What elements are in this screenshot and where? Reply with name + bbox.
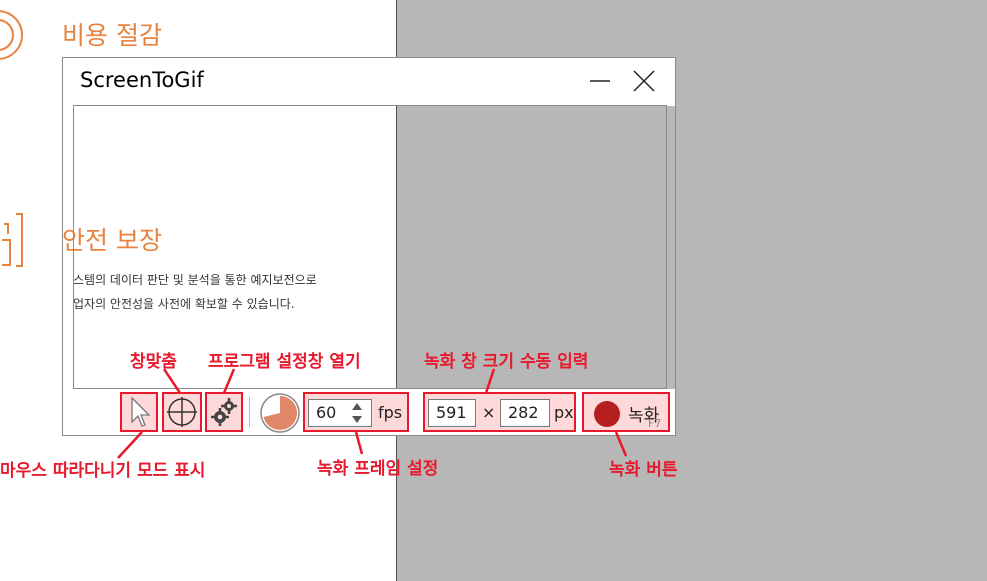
annotation-size-input: 녹화 창 크기 수동 입력 (424, 352, 589, 372)
worker-icon (2, 213, 23, 267)
heading-cost-saving: 비용 절감 (62, 21, 162, 50)
size-input-group: 591 × 282 px (423, 392, 576, 432)
annotation-follow-mouse: 마우스 따라다니기 모드 표시 (0, 461, 206, 481)
record-shortcut: F7 (648, 417, 662, 430)
annotation-arrow-settings (222, 368, 236, 394)
timer-pie-icon[interactable] (259, 392, 301, 434)
gears-icon (211, 398, 237, 426)
crosshair-icon (167, 397, 197, 427)
window-title: ScreenToGif (80, 68, 204, 92)
annotation-arrow-size (484, 368, 496, 394)
recorder-toolbar: 60 fps 591 × 282 px 녹화 F7 (63, 389, 675, 435)
coin-icon (0, 10, 23, 60)
follow-mouse-button[interactable] (120, 392, 158, 432)
framerate-group: 60 fps (303, 392, 409, 432)
snap-to-window-button[interactable] (162, 392, 202, 432)
fps-unit: fps (378, 403, 403, 422)
width-input[interactable]: 591 (428, 399, 476, 427)
annotation-arrow-record (614, 431, 628, 457)
record-dot-icon (594, 401, 620, 427)
close-icon[interactable] (627, 64, 661, 98)
height-input[interactable]: 282 (500, 399, 550, 427)
screentogif-window: ScreenToGif 60 fps 591 × 282 px 녹화 F7 (62, 57, 676, 436)
annotation-arrow-snap (162, 368, 182, 394)
record-button[interactable]: 녹화 F7 (582, 392, 670, 432)
annotation-framerate: 녹화 프레임 설정 (317, 459, 439, 479)
toolbar-separator (249, 397, 250, 427)
annotation-arrow-framerate (354, 431, 364, 455)
settings-button[interactable] (205, 392, 243, 432)
fps-stepper-arrows-icon[interactable] (349, 399, 365, 427)
cursor-icon (131, 396, 151, 427)
annotation-record-button: 녹화 버튼 (609, 460, 678, 480)
times-sign: × (482, 403, 496, 422)
minimize-icon[interactable] (583, 64, 617, 98)
title-bar[interactable]: ScreenToGif (63, 58, 675, 106)
size-unit: px (554, 403, 574, 422)
